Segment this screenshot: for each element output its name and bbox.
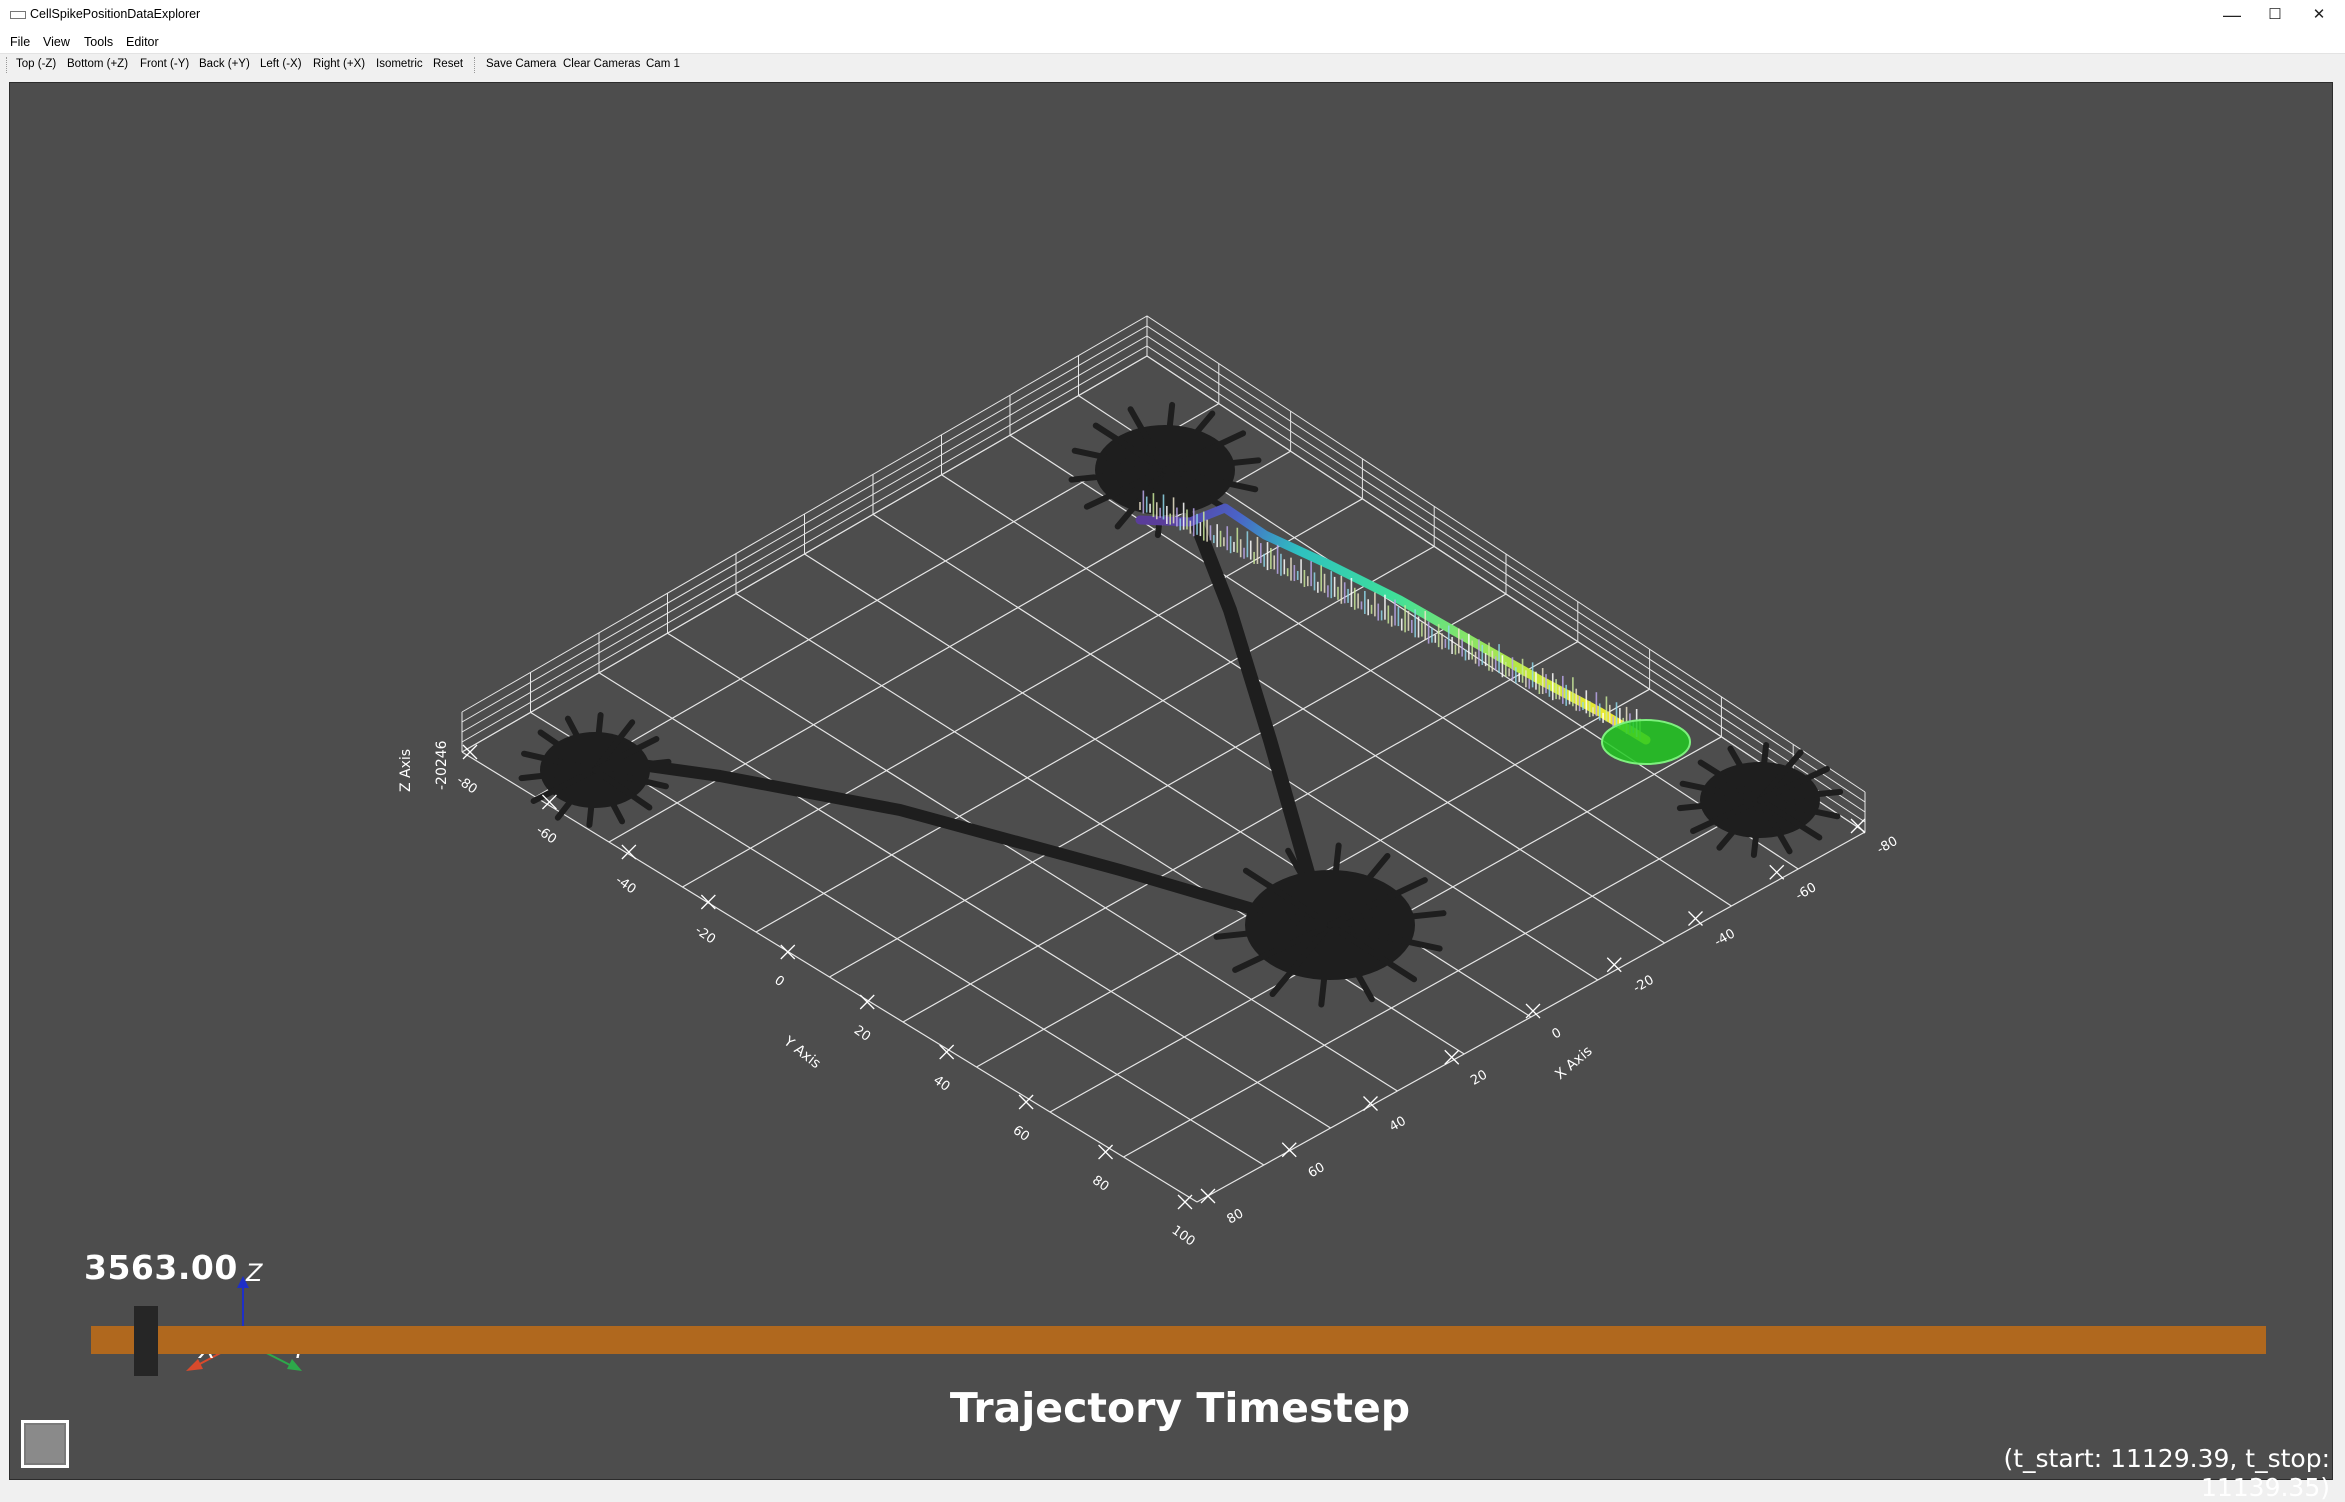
x-tick-label: -20 [1631,973,1657,997]
menu-editor[interactable]: Editor [126,35,159,49]
y-axis-title: Y Axis [780,1033,824,1072]
x-tick-label: 40 [1387,1114,1409,1135]
x-tick-label: -80 [1875,834,1901,858]
view-front-button[interactable]: Front (-Y) [140,58,189,70]
menu-tools[interactable]: Tools [84,35,113,49]
spike-trail [1135,490,1651,745]
y-tick-mark [859,994,875,1010]
y-tick-label: -40 [613,873,639,897]
z-axis-tick-label: -20246 [434,740,450,790]
slider-title: Trajectory Timestep [949,1384,1411,1432]
current-position-marker [1601,719,1691,765]
x-tick-label: 20 [1468,1067,1490,1088]
x-tick-label: -60 [1793,880,1819,904]
view-right-button[interactable]: Right (+X) [313,58,365,70]
y-tick-mark [1098,1144,1114,1160]
trail-path [1135,503,1651,745]
view-bottom-button[interactable]: Bottom (+Z) [67,58,128,70]
x-tick-mark [1281,1142,1297,1158]
y-tick-label: 40 [930,1073,952,1095]
timestep-slider-handle[interactable] [134,1306,159,1376]
y-tick-label: 0 [771,973,786,990]
maximize-button[interactable]: ☐ [2251,0,2299,30]
x-tick-mark [1606,957,1622,973]
x-tick-label: 60 [1306,1160,1328,1181]
app-icon [10,11,26,19]
track-left-to-bottom [619,756,1292,926]
timestep-slider-track[interactable] [91,1326,2266,1354]
close-button[interactable]: ✕ [2295,0,2343,30]
y-tick-label: 80 [1089,1173,1111,1195]
save-camera-button[interactable]: Save Camera [486,58,556,70]
view-isometric-button[interactable]: Isometric [376,58,423,70]
y-tick-label: -60 [533,823,559,847]
clear-cameras-button[interactable]: Clear Cameras [563,58,640,70]
floor-grid-line [1123,783,1794,1158]
view-reset-button[interactable]: Reset [433,58,463,70]
menu-bar: File View Tools Editor [0,30,2345,53]
toolbar-grip [6,57,8,73]
cam-1-button[interactable]: Cam 1 [646,58,680,70]
z-axis-title: Z Axis [398,749,414,792]
y-tick-label: 60 [1010,1123,1032,1145]
x-axis-title: X Axis [1552,1043,1595,1083]
y-tick-mark [700,894,716,910]
y-tick-label: 100 [1169,1223,1198,1250]
x-tick-mark [1444,1049,1460,1065]
view-back-button[interactable]: Back (+Y) [199,58,250,70]
menu-file[interactable]: File [10,35,30,49]
x-tick-mark [1688,911,1703,926]
y-tick-label: -80 [454,773,480,797]
camera-toolbar: Top (-Z) Bottom (+Z) Front (-Y) Back (+Y… [0,53,2345,76]
x-tick-mark [1200,1188,1216,1204]
time-range-label: (t_start: 11129.39, t_stop: 11139.35) [2003,1444,2330,1502]
x-tick-label: 80 [1225,1206,1247,1227]
axis-ticks: -80 -60 -40 -20 0 20 40 60 80 -80 -60 -40 -20 0 20 40 60… [454,744,1901,1250]
x-tick-mark [1850,818,1866,834]
checkbox-fill [26,1425,64,1463]
y-tick-label: -20 [692,923,718,947]
menu-view[interactable]: View [43,35,70,49]
3d-scene[interactable]: -80 -60 -40 -20 0 20 40 60 80 -80 -60 -40 -20 0 20 40 60… [9,82,2333,1480]
window-title: CellSpikePositionDataExplorer [30,7,201,21]
timestep-value: 3563.00 [84,1248,238,1287]
trajectory-tracks [518,401,1844,1008]
y-tick-mark [621,844,637,860]
x-tick-mark [1769,864,1785,880]
minimize-button[interactable]: — [2208,0,2256,30]
y-tick-mark [780,944,796,960]
z-axis-letter: Z [245,1259,263,1287]
toggle-checkbox-button[interactable] [21,1420,69,1468]
x-tick-label: -40 [1712,926,1738,950]
y-tick-mark [1177,1194,1193,1210]
title-bar: CellSpikePositionDataExplorer — ☐ ✕ [0,0,2345,30]
view-left-button[interactable]: Left (-X) [260,58,302,70]
y-tick-label: 20 [851,1023,873,1045]
x-tick-label: 0 [1550,1025,1565,1042]
view-top-button[interactable]: Top (-Z) [16,58,56,70]
toolbar-separator [474,57,476,73]
